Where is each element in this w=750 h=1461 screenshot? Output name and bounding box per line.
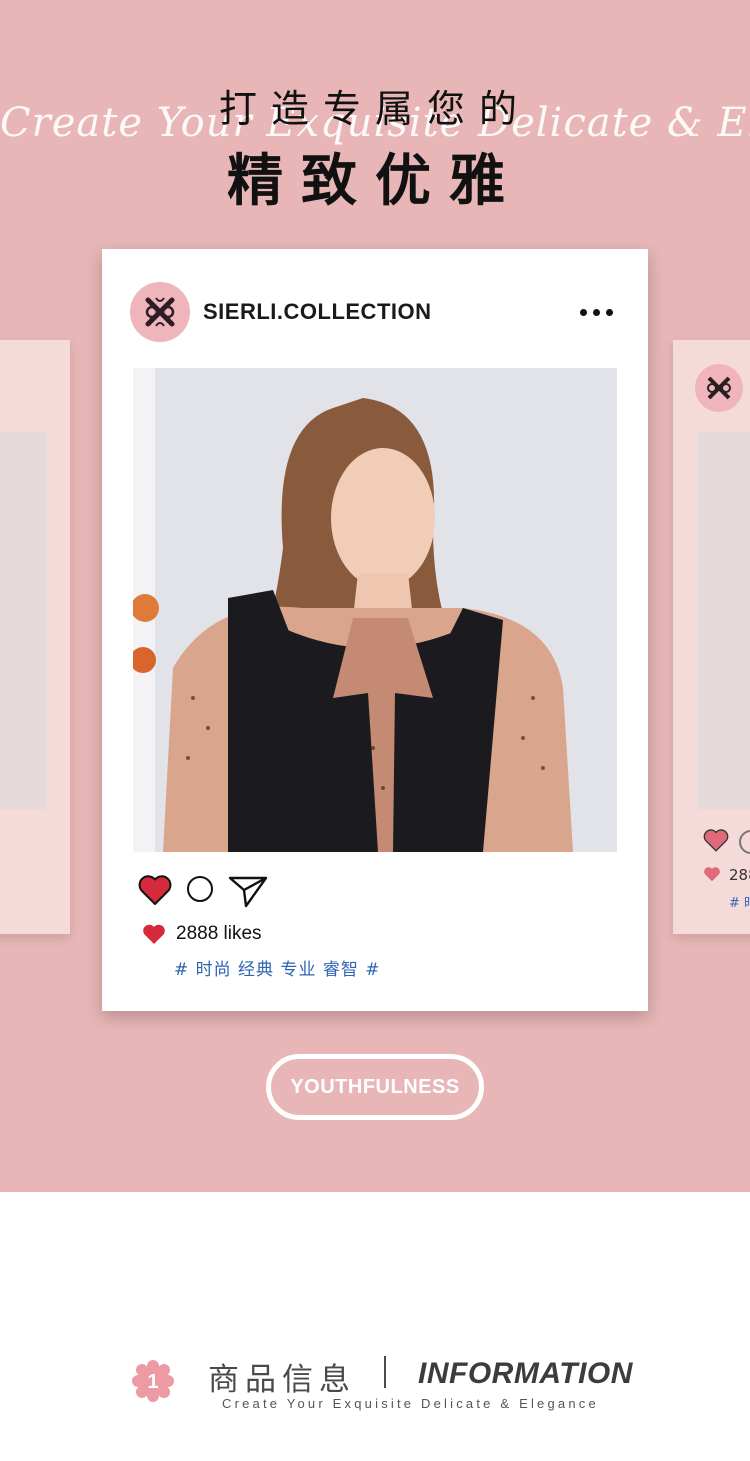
likes-count[interactable]: 2888 likes xyxy=(176,923,262,945)
post-photo xyxy=(133,368,617,852)
heart-icon xyxy=(143,924,165,944)
hashtags[interactable]: # 时尚 经典 专业 睿智 # xyxy=(174,955,381,980)
hashtags: # 时 xyxy=(729,896,750,911)
side-post-card-left xyxy=(0,340,70,934)
avatar[interactable] xyxy=(130,282,190,342)
flower-number-badge-icon: 1 xyxy=(132,1360,174,1402)
brand-logo-icon xyxy=(145,297,175,327)
side-post-card-right: 288 # 时 xyxy=(673,340,750,934)
heart-icon[interactable] xyxy=(138,874,172,906)
section-subtitle: Create Your Exquisite Delicate & Eleganc… xyxy=(222,1396,599,1411)
badge-number: 1 xyxy=(147,1371,158,1393)
side-post-photo xyxy=(0,432,47,809)
more-dots-icon[interactable] xyxy=(576,301,616,323)
post-card: SIERLI.COLLECTION 2888 likes # 时尚 经典 专业 … xyxy=(102,249,648,1011)
brand-logo-icon xyxy=(707,376,731,400)
paper-plane-icon[interactable] xyxy=(228,874,268,908)
likes-count: 288 xyxy=(729,866,750,884)
heart-icon xyxy=(704,867,720,882)
section-title-en: INFORMATION xyxy=(418,1357,633,1390)
comment-circle-icon xyxy=(739,830,750,854)
heart-icon xyxy=(703,829,729,852)
comment-circle-icon[interactable] xyxy=(187,876,213,902)
hero-section: Create Your Exquisite Delicate & Eleganc… xyxy=(0,0,750,1192)
headline-line-2: 精致优雅 xyxy=(227,149,523,214)
model-photo xyxy=(133,368,617,852)
section-divider xyxy=(384,1356,386,1388)
section-title-cn: 商品信息 xyxy=(208,1362,356,1398)
side-post-photo xyxy=(697,432,750,809)
avatar xyxy=(695,364,743,412)
youthfulness-button[interactable]: YOUTHFULNESS xyxy=(266,1054,484,1120)
post-username[interactable]: SIERLI.COLLECTION xyxy=(203,299,432,325)
headline-line-1: 打造专属您的 xyxy=(218,87,531,131)
likes-row: 2888 likes xyxy=(142,921,262,947)
